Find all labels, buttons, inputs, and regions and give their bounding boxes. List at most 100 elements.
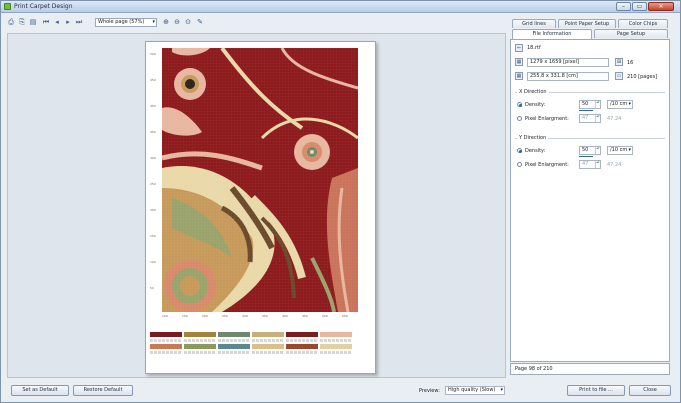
x-pixel-enlargment-label: Pixel Enlargment: (525, 116, 569, 122)
preview-toolbar: ⎙ ⎘ ▤ ⏮ ◂ ▸ ⏭ Whole page (57%) ▾ ⊕ ⊖ ⊙ ✎ (7, 17, 517, 29)
tab-grid-lines[interactable]: Grid lines (512, 19, 556, 28)
y-density-unit-select[interactable]: /10 cm ▾ (607, 146, 633, 155)
ruler-tick: 150 (182, 314, 188, 318)
ruler-tick: 550 (342, 314, 348, 318)
ruler-tick: 450 (150, 78, 156, 82)
color-swatch (320, 344, 352, 349)
close-window-button[interactable]: ✕ (648, 2, 674, 11)
tab-point-paper-setup[interactable]: Point Paper Setup (558, 19, 616, 28)
color-swatch (184, 332, 216, 337)
ruler-tick: 150 (150, 234, 156, 238)
color-swatch (218, 344, 250, 349)
zoom-fit-icon[interactable]: ⊙ (184, 18, 192, 26)
maximize-button[interactable]: ▭ (632, 2, 647, 11)
ruler-tick: 450 (302, 314, 308, 318)
ruler-tick: 200 (150, 208, 156, 212)
color-swatch (150, 332, 182, 337)
prev-page-icon[interactable]: ◂ (53, 18, 61, 26)
save-icon[interactable]: ▤ (29, 18, 37, 26)
restore-default-button[interactable]: Restore Default (73, 385, 133, 396)
tab-file-information[interactable]: File Information (512, 29, 592, 39)
spin-arrows-icon[interactable]: ▴▾ (595, 160, 600, 168)
y-pixel-enlargment-label: Pixel Enlargment: (525, 162, 569, 168)
set-as-default-button[interactable]: Set as Default (11, 385, 69, 396)
x-pixel-extra: 47.24 (607, 116, 622, 122)
ruler-tick: 250 (150, 182, 156, 186)
color-swatch (252, 332, 284, 337)
carpet-pattern (162, 48, 358, 312)
print-icon[interactable]: ⎙ (7, 18, 15, 26)
y-density-radio[interactable] (517, 148, 522, 153)
ruler-tick: 50 (150, 286, 154, 290)
file-information-pane: ⇐ 18.rtf ▦ 1279 x 1659 [pixel] ⊞ 16 ▦ 25… (510, 39, 670, 362)
chevron-down-icon: ▾ (500, 387, 503, 393)
chevron-down-icon: ▾ (152, 19, 155, 25)
color-swatch (184, 344, 216, 349)
x-pixel-stepper[interactable]: 47 ▴▾ (579, 114, 601, 123)
x-density-label: Density: (525, 102, 546, 108)
x-density-value: 50 (582, 101, 589, 107)
y-density-unit: /10 cm (610, 147, 628, 153)
ruler-tick: 100 (162, 314, 168, 318)
ruler-tick: 400 (282, 314, 288, 318)
tab-color-chips[interactable]: Color Chips (618, 19, 668, 28)
horizontal-ruler: 100 150 200 250 300 350 400 450 500 550 (162, 314, 362, 322)
ruler-tick: 350 (262, 314, 268, 318)
minimize-button[interactable]: – (616, 2, 631, 11)
next-page-icon[interactable]: ▸ (64, 18, 72, 26)
print-to-file-button[interactable]: Print to file ... (567, 385, 625, 396)
color-swatch (286, 344, 318, 349)
color-legend (150, 332, 356, 356)
preview-quality-value: High quality (Slow) (448, 387, 496, 393)
x-density-unit-select[interactable]: /10 cm ▾ (607, 100, 633, 109)
pixel-size-icon: ▦ (515, 58, 523, 66)
close-button[interactable]: Close (629, 385, 671, 396)
zoom-select[interactable]: Whole page (57%) ▾ (95, 18, 157, 27)
x-direction-group: X Direction Density: 50 ▴▾ /10 cm ▾ Pixe… (515, 89, 665, 130)
x-density-stepper[interactable]: 50 ▴▾ (579, 100, 601, 109)
print-dialog-window: Print Carpet Design – ▭ ✕ ⎙ ⎘ ▤ ⏮ ◂ ▸ ⏭ … (0, 0, 681, 403)
chevron-down-icon: ▾ (628, 147, 631, 153)
color-swatch (218, 332, 250, 337)
y-pixel-enlargment-radio[interactable] (517, 162, 522, 167)
y-pixel-stepper[interactable]: 47 ▴▾ (579, 160, 601, 169)
print-preview-area[interactable]: 500 450 400 350 300 250 200 150 100 50 1… (7, 33, 506, 378)
zoom-value: Whole page (57%) (98, 19, 145, 25)
settings-panel: Grid lines Point Paper Setup Color Chips… (510, 19, 670, 362)
zoom-out-icon[interactable]: ⊖ (173, 18, 181, 26)
preview-quality-select[interactable]: High quality (Slow) ▾ (445, 386, 505, 395)
x-pixel-enlargment-radio[interactable] (517, 116, 522, 121)
spin-arrows-icon[interactable]: ▴▾ (595, 114, 600, 122)
chevron-down-icon: ▾ (628, 101, 631, 107)
y-direction-group: Y Direction Density: 50 ▴▾ /10 cm ▾ Pixe… (515, 135, 665, 176)
y-density-stepper[interactable]: 50 ▴▾ (579, 146, 601, 155)
print-setup-icon[interactable]: ⎘ (18, 18, 26, 26)
spin-arrows-icon[interactable]: ▴▾ (595, 146, 600, 154)
spin-arrows-icon[interactable]: ▴▾ (595, 100, 600, 108)
tab-page-setup[interactable]: Page Setup (594, 29, 668, 38)
cm-size-icon: ▦ (515, 72, 523, 80)
zoom-in-icon[interactable]: ⊕ (162, 18, 170, 26)
pixel-size-field: 1279 x 1659 [pixel] (527, 58, 609, 67)
ruler-tick: 400 (150, 104, 156, 108)
page-status: Page 98 of 210 (510, 363, 670, 375)
ruler-tick: 200 (202, 314, 208, 318)
x-direction-title: X Direction (517, 89, 549, 95)
color-swatch (150, 344, 182, 349)
first-page-icon[interactable]: ⏮ (42, 18, 50, 26)
color-swatch (320, 332, 352, 337)
app-icon (4, 3, 11, 10)
window-title: Print Carpet Design (14, 3, 73, 10)
title-bar: Print Carpet Design – ▭ ✕ (1, 1, 680, 13)
carpet-design-preview (162, 48, 358, 312)
ruler-tick: 500 (150, 52, 156, 56)
x-pixel-value: 47 (582, 115, 589, 121)
colors-count: 16 (627, 60, 634, 66)
x-density-radio[interactable] (517, 102, 522, 107)
file-name: 18.rtf (527, 45, 541, 51)
edit-icon[interactable]: ✎ (196, 18, 204, 26)
last-page-icon[interactable]: ⏭ (75, 18, 83, 26)
ruler-tick: 500 (322, 314, 328, 318)
ruler-tick: 300 (242, 314, 248, 318)
cm-size-field: 255.8 x 331.8 [cm] (527, 72, 609, 81)
